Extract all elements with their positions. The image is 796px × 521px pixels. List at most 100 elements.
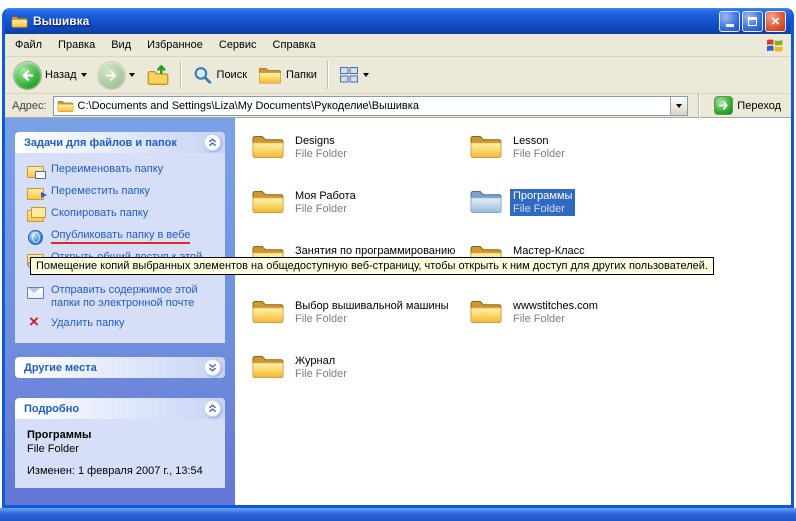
chevron-down-icon[interactable] (204, 359, 221, 376)
task-item[interactable]: Скопировать папку (27, 207, 219, 222)
folder-name: Программы (513, 190, 572, 202)
forward-dropdown-caret-icon (129, 73, 135, 77)
folder-item[interactable]: wwwstitches.com File Folder (469, 297, 687, 352)
close-icon (771, 14, 780, 29)
folder-labels: wwwstitches.com File Folder (510, 299, 601, 326)
copy-folder-icon (27, 207, 44, 222)
chevron-up-icon[interactable] (204, 134, 221, 151)
details-body: Программы File Folder Изменен: 1 февраля… (15, 419, 225, 488)
back-label: Назад (45, 69, 77, 81)
windows-logo-icon (764, 35, 786, 55)
panel-file-folder-tasks: Задачи для файлов и папок Переименовать … (15, 132, 225, 343)
task-item[interactable]: Удалить папку (27, 317, 219, 332)
standard-buttons-toolbar: Назад Поиск (5, 57, 791, 94)
menu-item[interactable]: Сервис (211, 35, 265, 55)
go-arrow-icon (714, 96, 733, 115)
maximize-icon (748, 17, 757, 26)
panel-other-places: Другие места (15, 357, 225, 378)
folder-labels: Выбор вышивальной машины File Folder (292, 299, 452, 326)
close-button[interactable] (765, 11, 786, 32)
folder-type: File Folder (295, 313, 449, 325)
task-item[interactable]: Отправить содержимое этой папки по элект… (27, 284, 219, 310)
folder-item[interactable]: Программы File Folder (469, 187, 687, 242)
address-folder-icon (57, 99, 74, 113)
dropdown-caret-icon (676, 104, 682, 108)
folders-button[interactable]: Папки (253, 62, 322, 88)
folder-icon (251, 132, 285, 160)
task-pane-sidebar: Задачи для файлов и папок Переименовать … (5, 118, 235, 505)
chevron-up-icon[interactable] (204, 400, 221, 417)
maximize-button[interactable] (742, 11, 763, 32)
folder-item[interactable]: Designs File Folder (251, 132, 469, 187)
folder-icon (251, 187, 285, 215)
folder-name: Мастер-Класс (513, 245, 585, 257)
forward-arrow-icon (98, 62, 125, 89)
folder-item[interactable]: Lesson File Folder (469, 132, 687, 187)
folder-name: Журнал (295, 355, 347, 367)
folder-name: Моя Работа (295, 190, 356, 202)
menu-item[interactable]: Правка (50, 35, 103, 55)
address-bar: Адрес: C:\Documents and Settings\Liza\My… (5, 94, 791, 118)
search-label: Поиск (217, 69, 247, 81)
folder-type: File Folder (295, 368, 347, 380)
folder-name: Designs (295, 135, 347, 147)
task-item[interactable]: Переместить папку (27, 185, 219, 200)
folder-icon (251, 297, 285, 325)
folder-item[interactable]: Моя Работа File Folder (251, 187, 469, 242)
search-button[interactable]: Поиск (187, 62, 252, 89)
forward-button[interactable] (93, 59, 140, 92)
window-content: Задачи для файлов и папок Переименовать … (5, 118, 791, 505)
panel-header-details[interactable]: Подробно (15, 398, 225, 419)
folder-icon (251, 352, 285, 380)
menu-item[interactable]: Файл (7, 35, 50, 55)
folder-item[interactable]: Журнал File Folder (251, 352, 469, 407)
go-label: Переход (737, 100, 781, 112)
panel-header-other-places[interactable]: Другие места (15, 357, 225, 378)
folder-type: File Folder (513, 203, 572, 215)
address-dropdown-button[interactable] (670, 97, 687, 115)
go-button[interactable]: Переход (710, 96, 789, 115)
folder-type: File Folder (513, 313, 598, 325)
folder-icon (469, 132, 503, 160)
minimize-button[interactable] (719, 11, 740, 32)
panel-title: Другие места (24, 362, 97, 374)
folder-name: wwwstitches.com (513, 300, 598, 312)
address-input[interactable]: C:\Documents and Settings\Liza\My Docume… (53, 96, 689, 116)
folder-type: File Folder (295, 148, 347, 160)
folder-type: File Folder (295, 203, 356, 215)
task-item[interactable]: Опубликовать папку в вебе (27, 229, 219, 244)
back-dropdown-caret-icon (81, 73, 87, 77)
window-title: Вышивка (33, 14, 714, 28)
addressbar-separator (698, 92, 700, 120)
up-folder-icon (146, 63, 170, 87)
up-button[interactable] (141, 60, 175, 90)
publish-to-web-tooltip: Помещение копий выбранных элементов на о… (30, 257, 714, 275)
address-path-text: C:\Documents and Settings\Liza\My Docume… (78, 100, 667, 112)
folder-window-icon (11, 14, 28, 29)
publish-web-icon (27, 229, 44, 244)
folder-item[interactable]: Выбор вышивальной машины File Folder (251, 297, 469, 352)
panel-header-file-folder-tasks[interactable]: Задачи для файлов и папок (15, 132, 225, 153)
folders-icon (258, 65, 282, 85)
folder-name: Lesson (513, 135, 565, 147)
folder-labels: Моя Работа File Folder (292, 189, 359, 216)
menu-item[interactable]: Избранное (139, 35, 211, 55)
details-folder-type: File Folder (27, 443, 219, 455)
rename-folder-icon (27, 163, 44, 178)
address-label: Адрес: (12, 100, 47, 112)
menu-item[interactable]: Справка (265, 35, 324, 55)
views-button[interactable] (334, 62, 374, 88)
folder-icon (469, 297, 503, 325)
menu-item[interactable]: Вид (103, 35, 139, 55)
task-item[interactable]: Переименовать папку (27, 163, 219, 178)
panel-details: Подробно Программы File Folder Изменен: … (15, 398, 225, 488)
email-icon (27, 284, 44, 299)
folder-icon (469, 187, 503, 215)
toolbar-separator (327, 61, 329, 89)
panel-title: Задачи для файлов и папок (24, 137, 177, 149)
folder-name: Занятия по программированию (295, 245, 455, 257)
views-dropdown-caret-icon (363, 73, 369, 77)
search-icon (192, 65, 213, 86)
back-button[interactable]: Назад (9, 59, 92, 92)
toolbar-separator (180, 61, 182, 89)
